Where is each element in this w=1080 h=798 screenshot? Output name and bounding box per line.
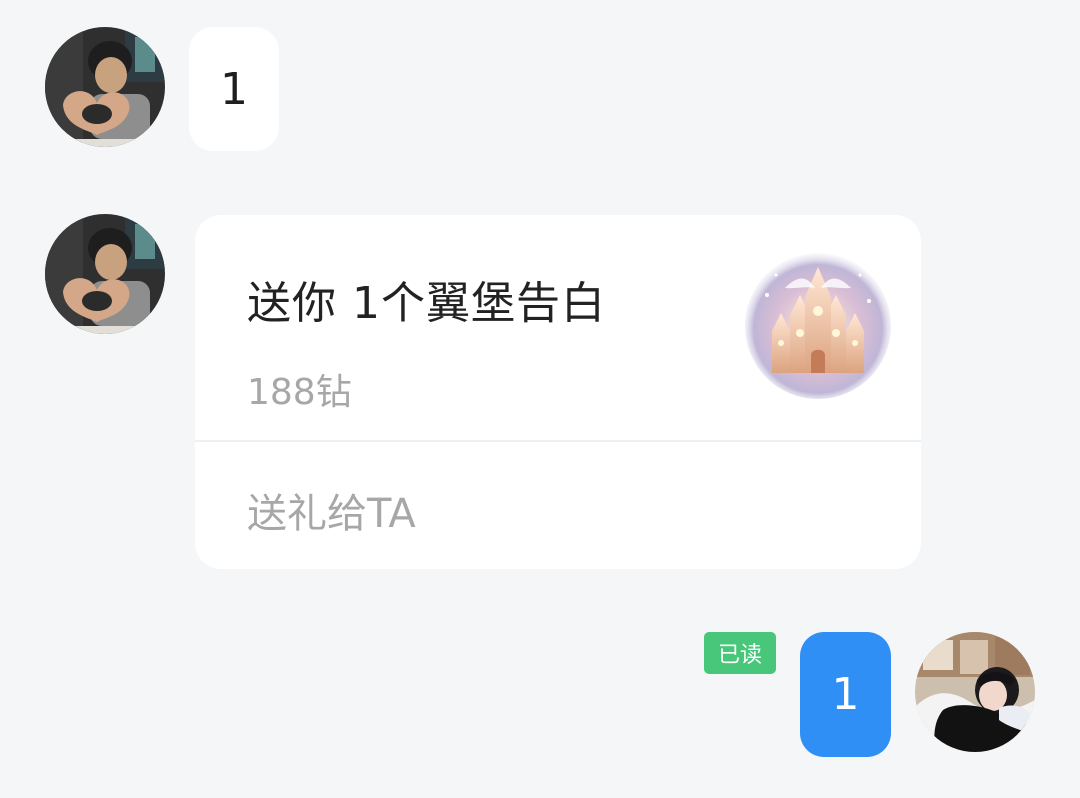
gift-card-divider [195, 440, 921, 442]
send-gift-button[interactable]: 送礼给TA [247, 481, 416, 539]
gift-price: 188钻 [247, 372, 352, 413]
gift-message-card[interactable]: 送你 1个翼堡告白 188钻 送礼给TA [195, 215, 921, 569]
sender-avatar[interactable] [45, 214, 165, 334]
avatar-woman-lying-icon [915, 632, 1035, 752]
user-avatar[interactable] [915, 632, 1035, 752]
avatar-man-heart-hands-icon [45, 214, 165, 334]
message-text: 1 [220, 63, 248, 115]
sender-avatar[interactable] [45, 27, 165, 147]
read-status-badge: 已读 [704, 632, 776, 674]
outgoing-message-bubble[interactable]: 1 [800, 632, 891, 757]
incoming-message-bubble[interactable]: 1 [189, 27, 279, 151]
gift-title: 送你 1个翼堡告白 [247, 278, 606, 329]
message-text: 1 [831, 669, 860, 720]
avatar-man-heart-hands-icon [45, 27, 165, 147]
castle-gift-icon [745, 253, 891, 399]
